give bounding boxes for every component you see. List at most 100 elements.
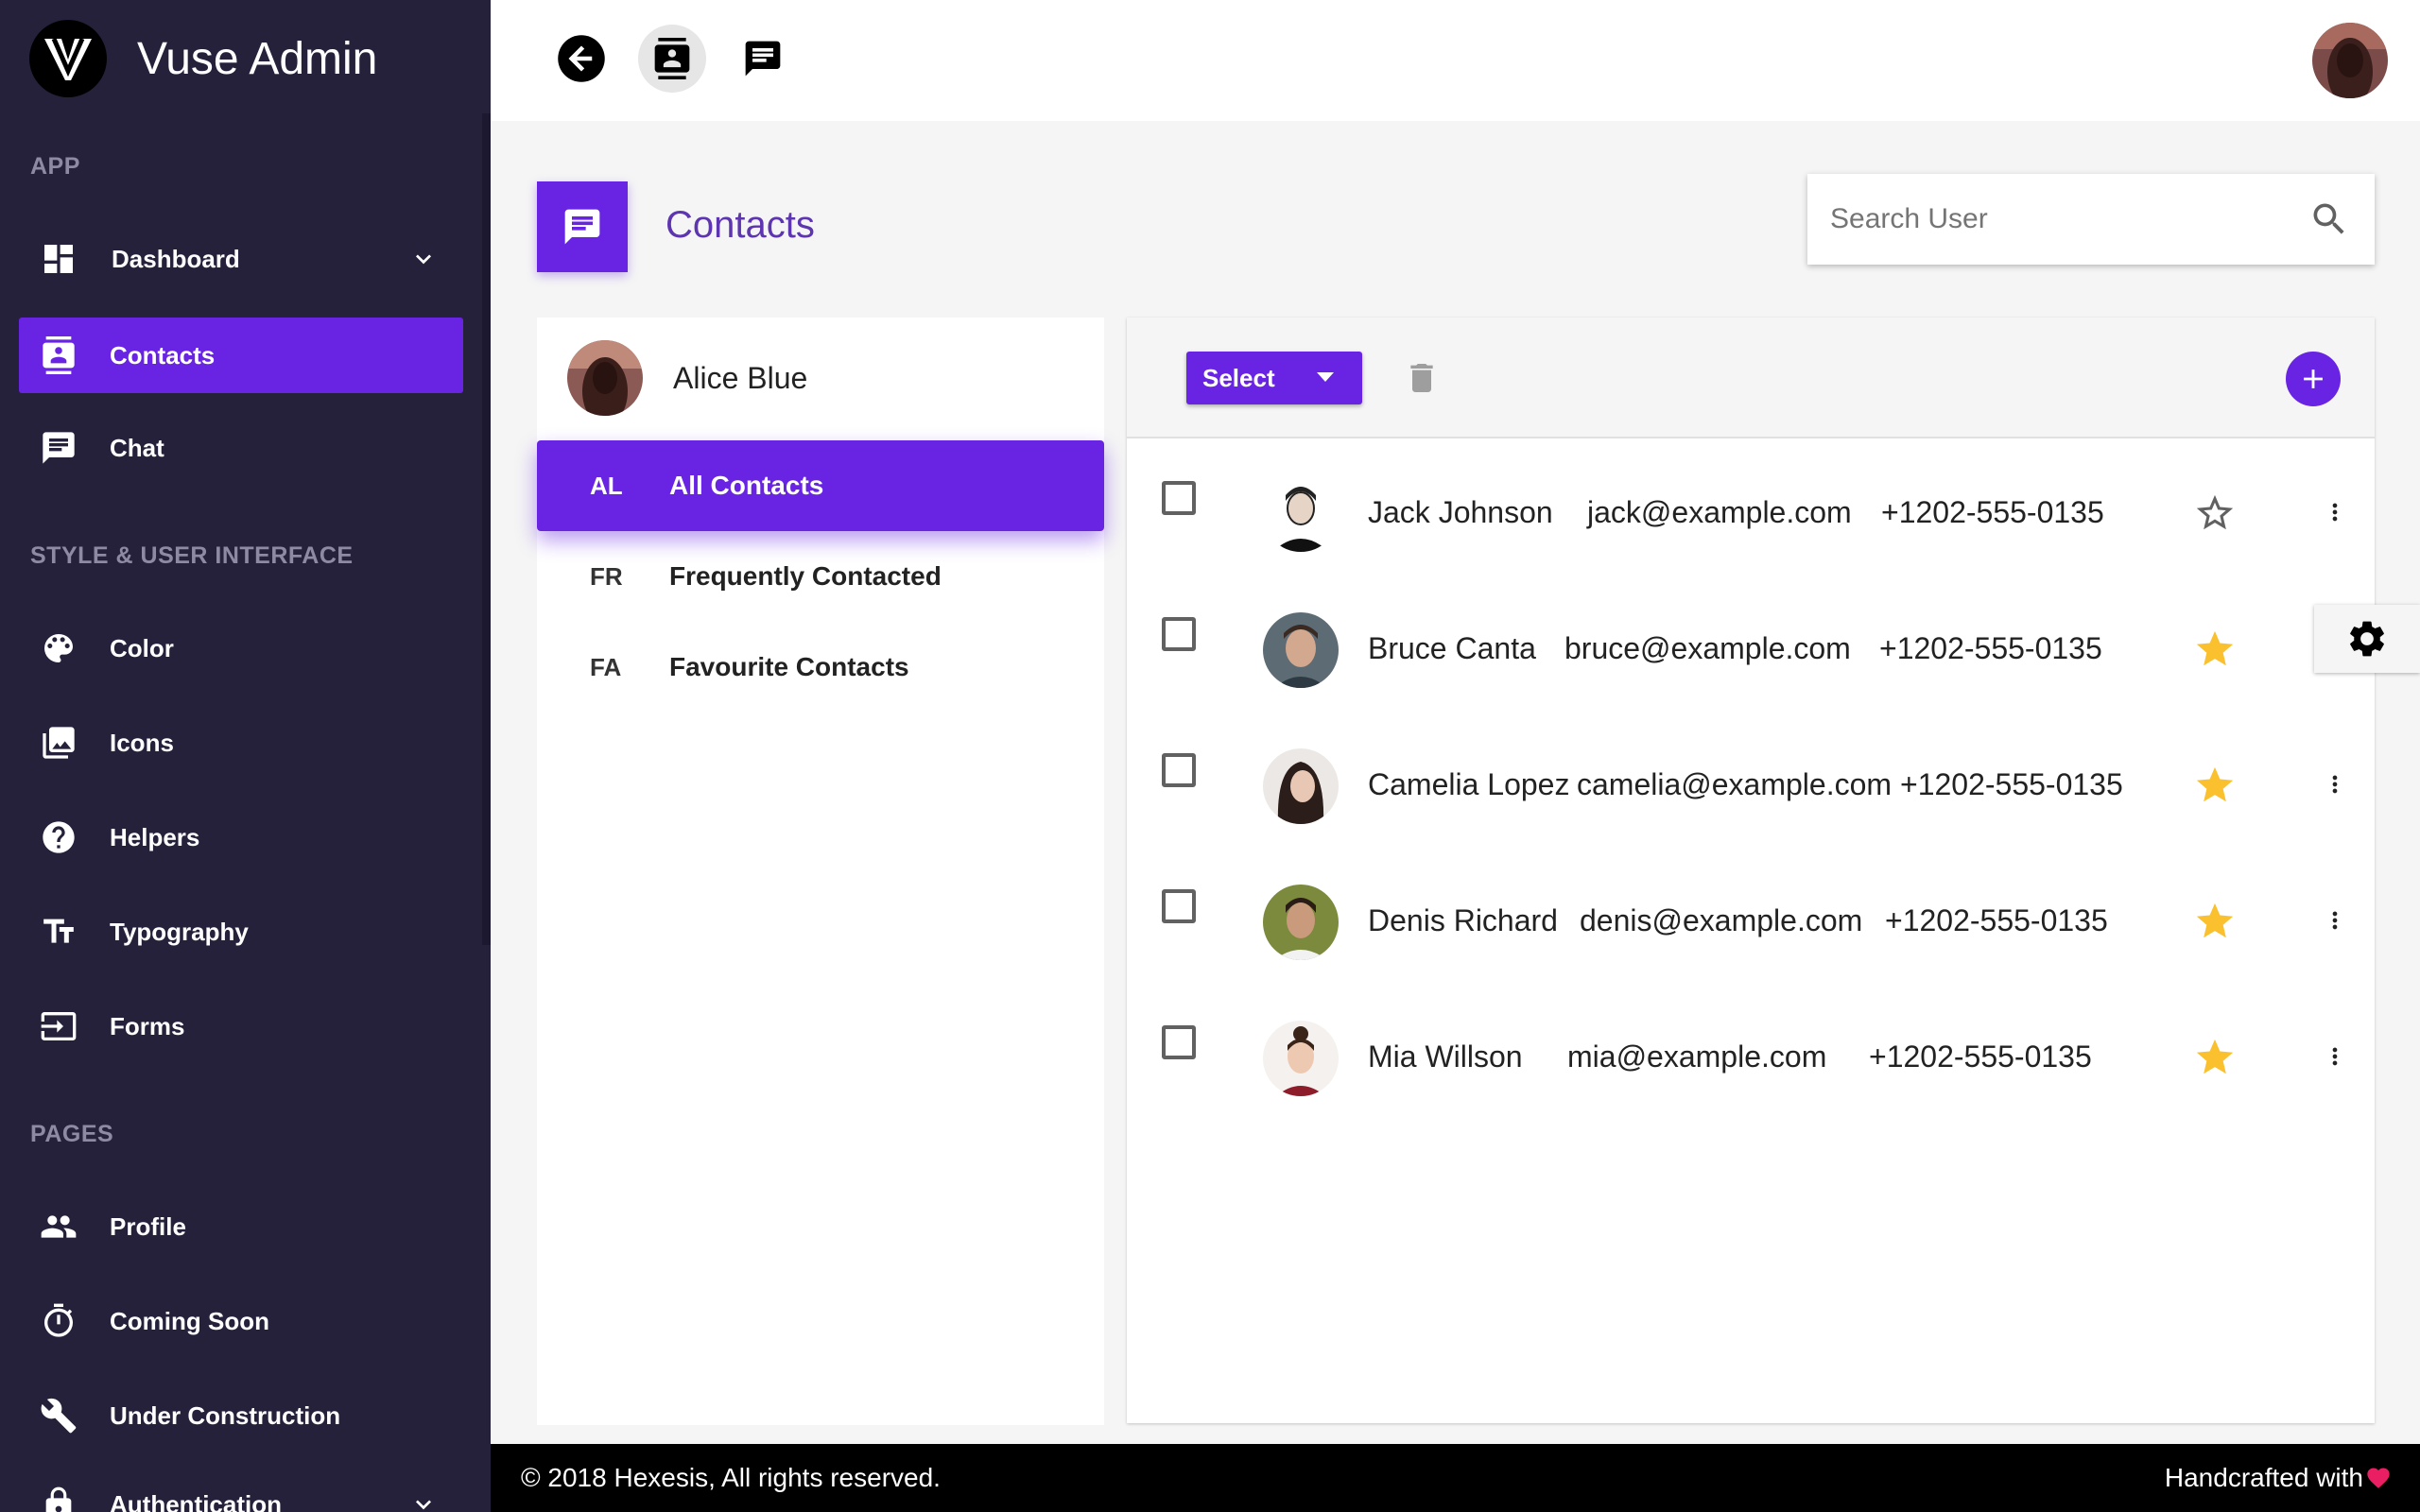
sidebar-item-label: Helpers xyxy=(110,822,200,851)
filter-frequently-contacted[interactable]: FR Frequently Contacted xyxy=(537,531,1104,622)
sidebar-item-label: Dashboard xyxy=(112,244,240,273)
sidebar-item-profile[interactable]: Profile xyxy=(19,1189,463,1264)
brand[interactable]: Vuse Admin xyxy=(29,19,377,98)
sidebar-item-label: Color xyxy=(110,633,174,662)
search-input[interactable] xyxy=(1830,203,2284,235)
sidebar-item-forms[interactable]: Forms xyxy=(19,988,463,1064)
filter-all-contacts[interactable]: AL All Contacts xyxy=(537,440,1104,531)
current-user-name: Alice Blue xyxy=(673,360,808,395)
lock-icon xyxy=(38,1484,79,1512)
sidebar-item-typography[interactable]: Typography xyxy=(19,894,463,970)
settings-button[interactable] xyxy=(2314,605,2420,673)
section-title-pages: PAGES xyxy=(30,1121,114,1147)
star-icon[interactable] xyxy=(2193,764,2237,812)
filter-label: All Contacts xyxy=(669,471,824,500)
back-button[interactable] xyxy=(547,25,615,93)
footer: © 2018 Hexesis, All rights reserved. Han… xyxy=(491,1444,2420,1512)
search-icon[interactable] xyxy=(2308,198,2350,245)
contact-name: Mia Willson xyxy=(1368,1040,1523,1074)
help-icon xyxy=(38,816,79,858)
filter-label: Frequently Contacted xyxy=(669,561,942,591)
avatar xyxy=(1263,1021,1339,1096)
contact-row[interactable]: Mia Willson mia@example.com +1202-555-01… xyxy=(1127,988,2375,1125)
avatar xyxy=(1263,476,1339,552)
sidebar-item-label: Profile xyxy=(110,1211,186,1241)
contact-name: Denis Richard xyxy=(1368,903,1558,937)
arrow-drop-down-icon xyxy=(1315,370,1336,388)
contact-name: Bruce Canta xyxy=(1368,631,1536,665)
contact-phone: +1202-555-0135 xyxy=(1869,1040,2092,1074)
people-icon xyxy=(38,1206,79,1247)
contact-groups-panel: Alice Blue AL All Contacts FR Frequently… xyxy=(537,318,1104,1425)
sidebar-item-authentication[interactable]: Authentication xyxy=(19,1467,463,1512)
contacts-toolbar: Select xyxy=(1127,318,2375,438)
user-avatar[interactable] xyxy=(2312,23,2388,98)
sidebar-item-label: Authentication xyxy=(110,1489,282,1512)
contact-phone: +1202-555-0135 xyxy=(1900,767,2123,801)
plus-icon xyxy=(2304,369,2323,388)
contact-email: bruce@example.com xyxy=(1564,631,1851,665)
star-icon[interactable] xyxy=(2193,900,2237,948)
sidebar-item-chat[interactable]: Chat xyxy=(19,410,463,486)
sidebar-item-color[interactable]: Color xyxy=(19,610,463,686)
page-header-icon xyxy=(537,181,628,272)
contact-email: mia@example.com xyxy=(1567,1040,1827,1074)
chat-app-button[interactable] xyxy=(729,25,797,93)
sidebar: Vuse Admin APP Dashboard Contacts Chat S… xyxy=(0,0,491,1512)
chevron-down-icon xyxy=(408,1489,439,1512)
chat-icon xyxy=(745,41,781,77)
star-icon[interactable] xyxy=(2193,627,2237,676)
sidebar-item-label: Under Construction xyxy=(110,1400,341,1430)
row-checkbox[interactable] xyxy=(1162,617,1196,651)
contact-row[interactable]: Denis Richard denis@example.com +1202-55… xyxy=(1127,852,2375,988)
gear-icon xyxy=(2350,621,2384,657)
more-vert-icon[interactable] xyxy=(2322,771,2348,802)
contact-email: denis@example.com xyxy=(1580,903,1863,937)
contacts-app-button[interactable] xyxy=(638,25,706,93)
section-title-style: STYLE & USER INTERFACE xyxy=(30,542,354,569)
sidebar-scrollbar[interactable] xyxy=(482,113,491,945)
heart-icon xyxy=(2365,1465,2392,1496)
sidebar-item-label: Icons xyxy=(110,728,174,757)
contacts-icon xyxy=(654,38,690,79)
contact-phone: +1202-555-0135 xyxy=(1885,903,2108,937)
row-checkbox[interactable] xyxy=(1162,481,1196,515)
contacts-list-panel: Select Jack Johnson jack@example.com +12… xyxy=(1127,318,2375,1423)
delete-icon[interactable] xyxy=(1403,359,1441,402)
chevron-down-icon xyxy=(408,244,439,279)
chat-icon xyxy=(564,209,600,245)
image-icon xyxy=(38,722,79,764)
star-icon[interactable] xyxy=(2193,1036,2237,1084)
more-vert-icon[interactable] xyxy=(2322,907,2348,938)
sidebar-item-under-construction[interactable]: Under Construction xyxy=(19,1378,463,1453)
sidebar-item-helpers[interactable]: Helpers xyxy=(19,799,463,875)
sidebar-item-dashboard[interactable]: Dashboard xyxy=(19,221,463,297)
page-title: Contacts xyxy=(666,204,815,246)
topbar xyxy=(491,0,2420,121)
row-checkbox[interactable] xyxy=(1162,889,1196,923)
row-checkbox[interactable] xyxy=(1162,1025,1196,1059)
contact-email: camelia@example.com xyxy=(1577,767,1893,801)
contact-row[interactable]: Jack Johnson jack@example.com +1202-555-… xyxy=(1127,444,2375,580)
palette-icon xyxy=(38,627,79,669)
more-vert-icon[interactable] xyxy=(2322,1043,2348,1074)
contact-row[interactable]: Camelia Lopez camelia@example.com +1202-… xyxy=(1127,716,2375,852)
more-vert-icon[interactable] xyxy=(2322,499,2348,530)
avatar xyxy=(1263,885,1339,960)
add-contact-button[interactable] xyxy=(2286,352,2341,406)
sidebar-item-label: Typography xyxy=(110,917,249,946)
text-fields-icon xyxy=(38,911,79,953)
star-outline-icon[interactable] xyxy=(2193,491,2237,540)
sidebar-item-coming-soon[interactable]: Coming Soon xyxy=(19,1283,463,1359)
sidebar-item-contacts[interactable]: Contacts xyxy=(19,318,463,393)
filter-abbr: AL xyxy=(590,471,623,500)
input-icon xyxy=(38,1005,79,1047)
search-box xyxy=(1807,174,2375,265)
filter-favourite-contacts[interactable]: FA Favourite Contacts xyxy=(537,622,1104,713)
contact-row[interactable]: Bruce Canta bruce@example.com +1202-555-… xyxy=(1127,580,2375,716)
row-checkbox[interactable] xyxy=(1162,753,1196,787)
contact-email: jack@example.com xyxy=(1587,495,1852,529)
sidebar-item-icons[interactable]: Icons xyxy=(19,705,463,781)
section-title-app: APP xyxy=(30,153,80,180)
select-dropdown-button[interactable]: Select xyxy=(1186,352,1362,404)
